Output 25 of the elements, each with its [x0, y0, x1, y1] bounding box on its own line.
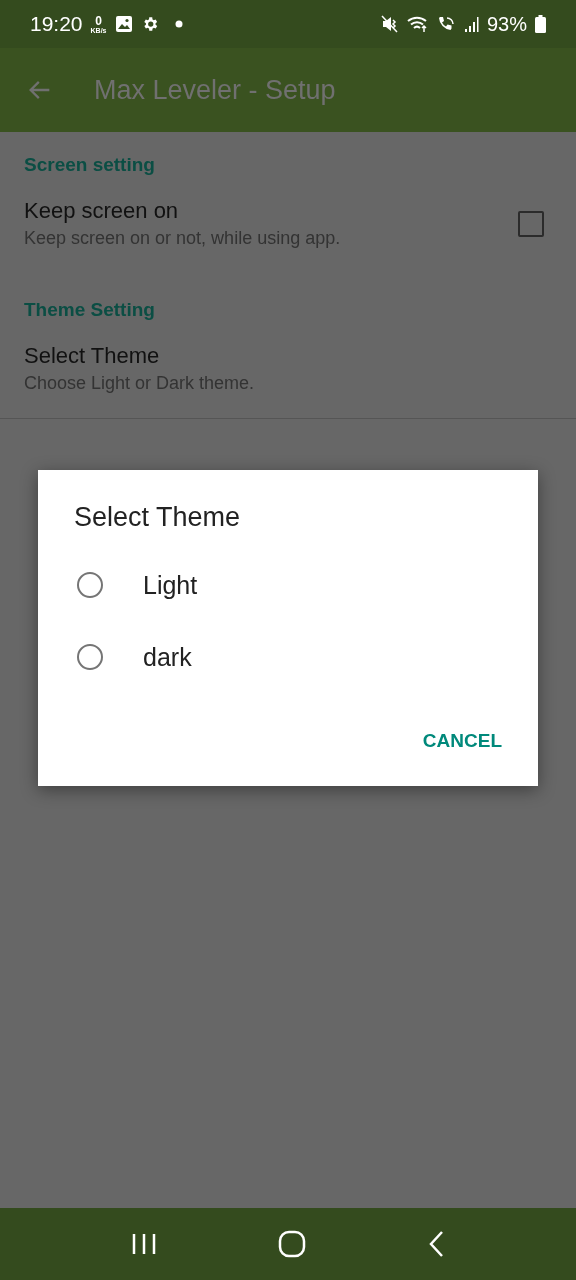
image-icon	[114, 15, 133, 33]
wifi-calling-icon	[436, 15, 457, 33]
recent-apps-icon[interactable]	[130, 1232, 157, 1256]
battery-level: 93%	[486, 12, 527, 36]
notification-dot-icon	[174, 20, 183, 28]
cancel-button[interactable]: CANCEL	[406, 722, 518, 760]
battery-icon	[535, 15, 546, 33]
network-speed: 0	[95, 14, 102, 27]
section-header: Screen setting	[23, 153, 156, 177]
back-icon[interactable]	[427, 1230, 446, 1258]
home-icon[interactable]	[278, 1230, 306, 1258]
radio-button[interactable]	[77, 644, 103, 670]
clock: 19:20	[30, 12, 83, 36]
theme-option[interactable]: dark	[74, 621, 192, 693]
setting-title[interactable]: Select Theme	[24, 343, 552, 369]
mute-icon	[380, 15, 399, 33]
checkbox[interactable]	[518, 210, 544, 237]
theme-option[interactable]: Light	[74, 549, 198, 621]
setting-title[interactable]: Keep screen on	[24, 198, 518, 224]
dialog-title: Select Theme	[74, 502, 241, 533]
signal-icon	[464, 15, 479, 33]
radio-button[interactable]	[77, 572, 103, 598]
section-header: Theme Setting	[23, 298, 156, 322]
wifi-icon	[406, 15, 429, 33]
screen-title: Max Leveler - Setup	[94, 74, 336, 106]
